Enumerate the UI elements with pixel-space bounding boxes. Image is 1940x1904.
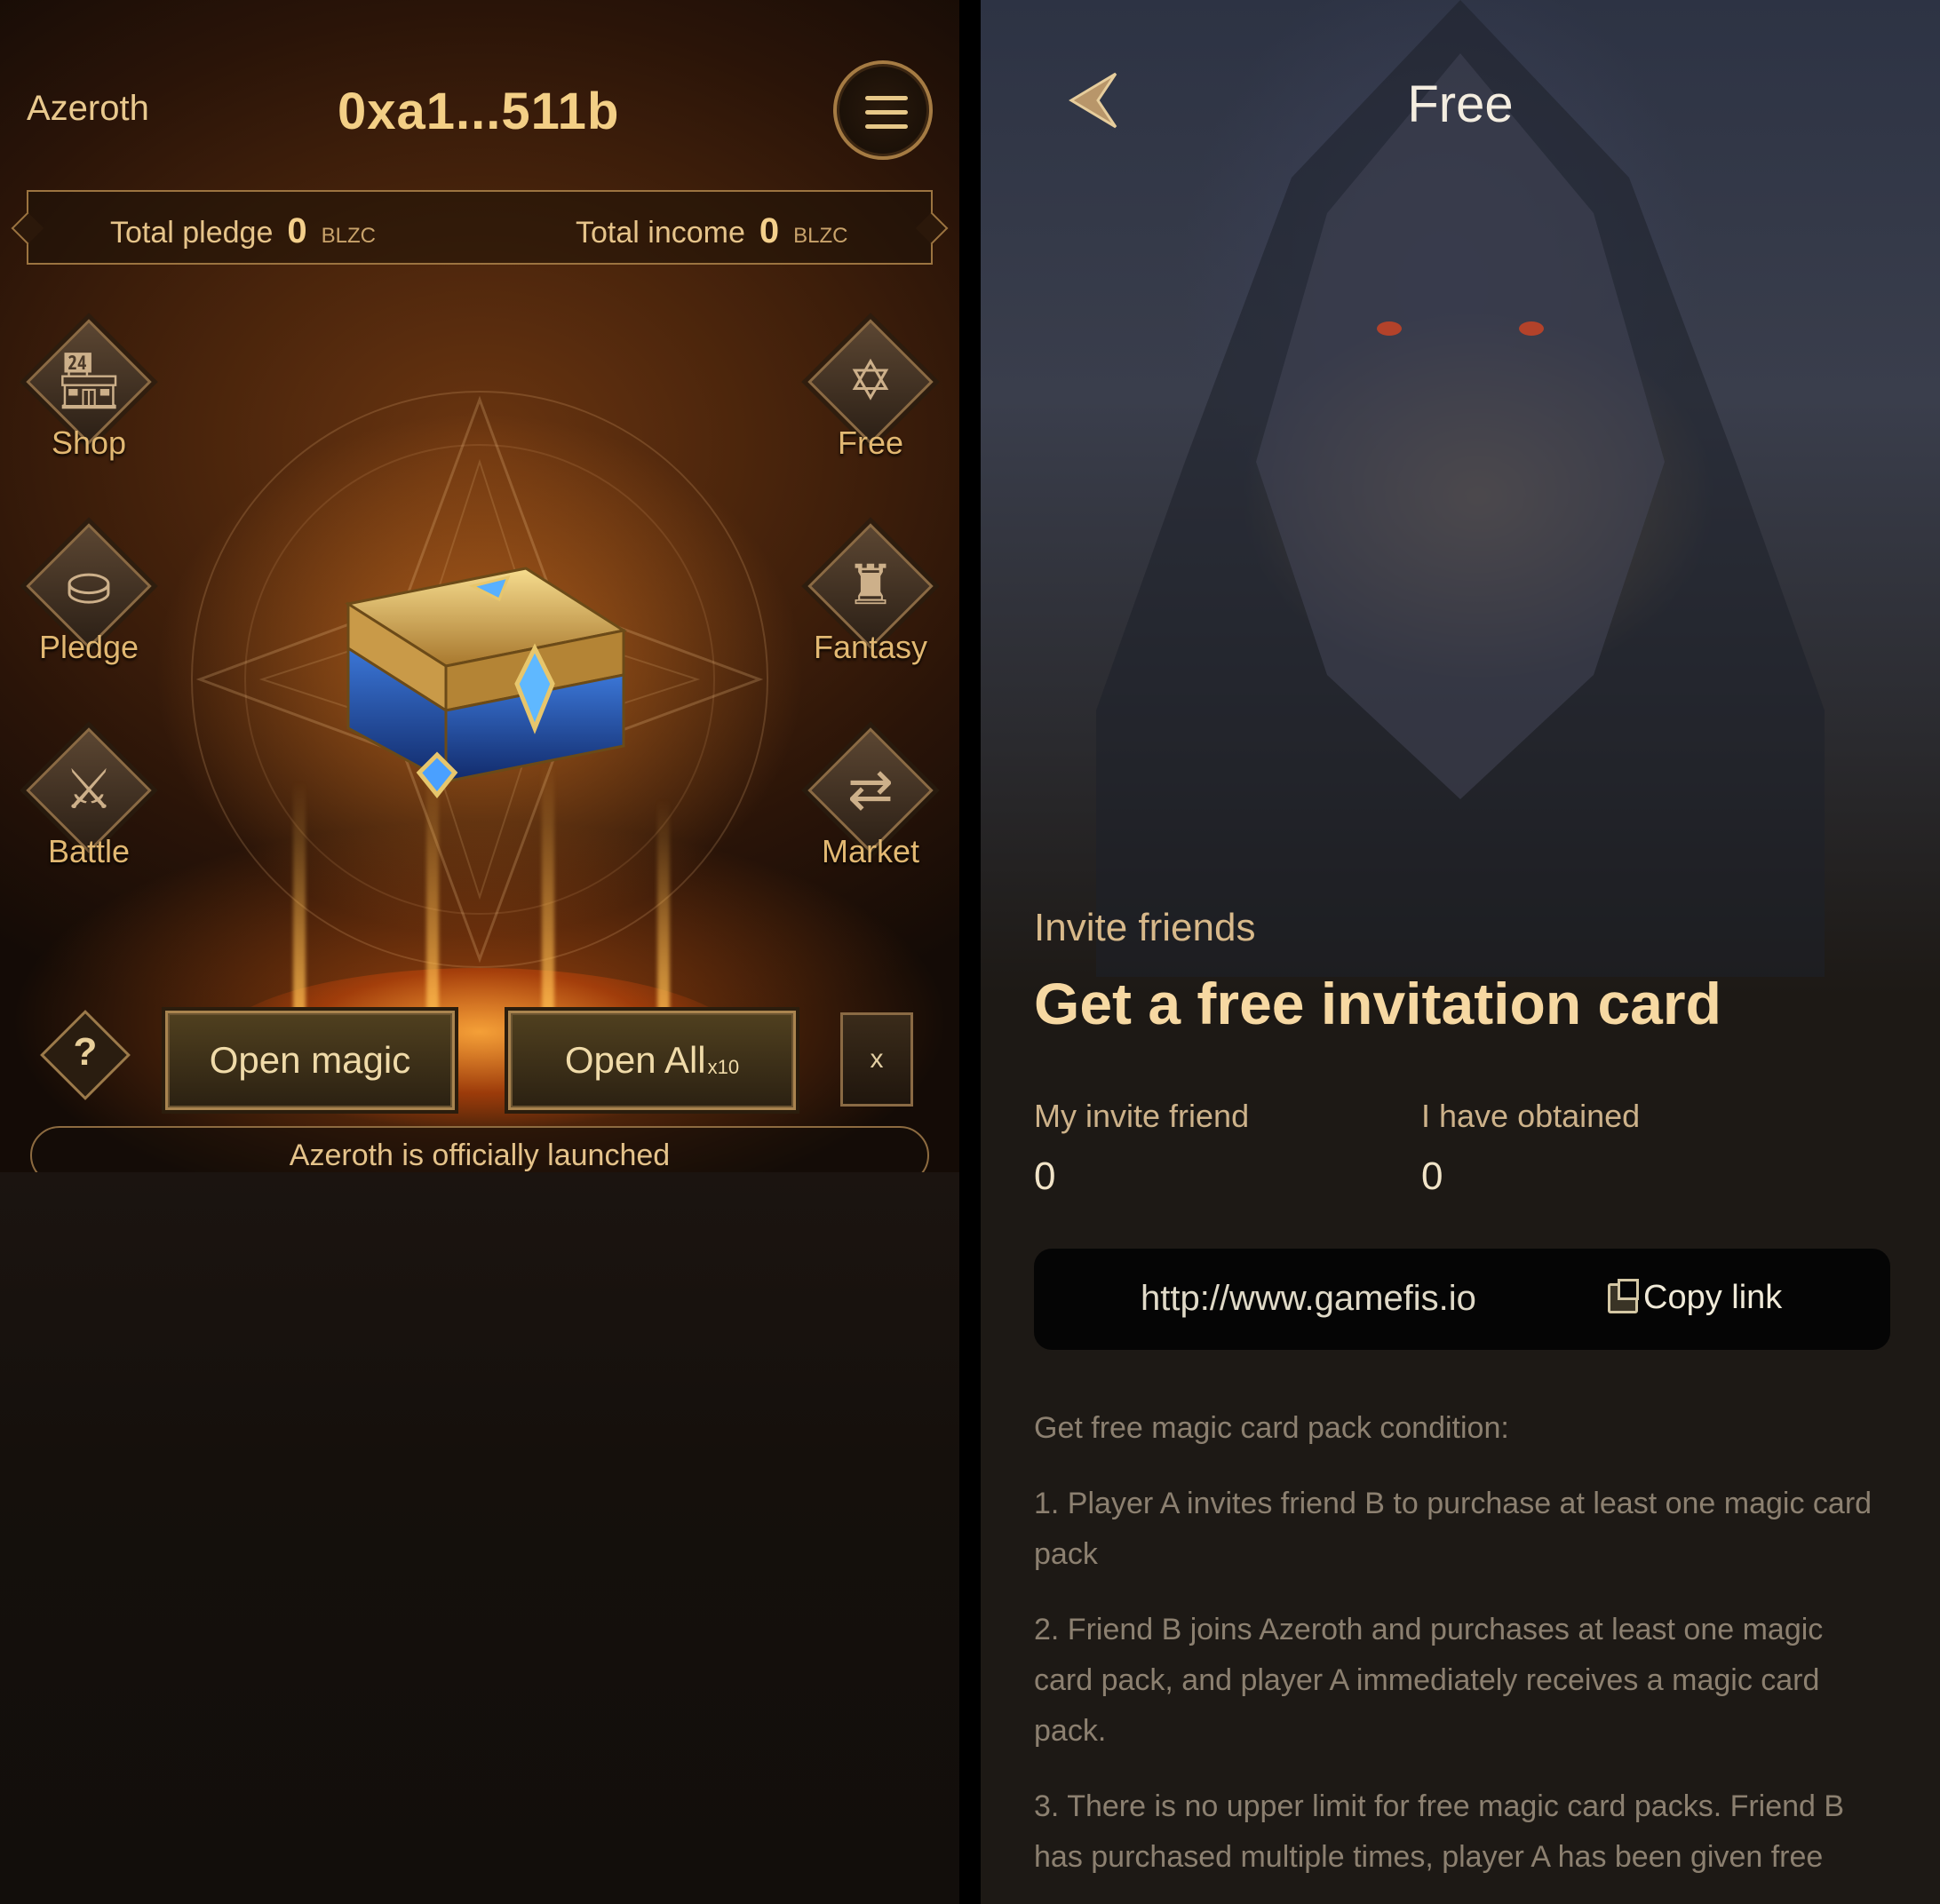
card-slot [817,1595,938,1627]
mana-cost: 4 [16,1231,82,1297]
menu-button[interactable] [833,60,933,160]
mana-cost: 4 [373,1231,439,1297]
nav-battle[interactable]: ⚔ Battle [26,727,152,879]
card-name: Hellscream [447,1460,591,1489]
copy-link-button[interactable]: Copy link [1608,1278,1783,1317]
card-pack-close-button[interactable]: x [840,1012,919,1113]
card-star-icon: ✡ [847,351,894,412]
copy-icon [1608,1278,1639,1313]
nav-battle-label: Battle [47,833,131,869]
obtained-value: 0 [1421,1154,1443,1198]
hamburger-icon-line [865,124,908,129]
total-pledge: Total pledge 0 BLZC [110,211,376,251]
total-pledge-value: 0 [287,211,307,250]
invite-heading: Get a free invitation card [1034,971,1721,1036]
copy-link-label: Copy link [1643,1279,1783,1316]
question-icon: ? [73,1030,98,1074]
close-label: x [870,1044,884,1074]
rule-item: 2. Friend B joins Azeroth and purchases … [1034,1613,1824,1748]
rule-item: 3. There is no upper limit for free magi… [1034,1789,1845,1874]
section-title-golden-nft: Golden NFT [354,1721,606,1776]
swords-icon: ⚔ [64,759,114,821]
nav-pledge[interactable]: ⛀ Pledge [26,523,152,675]
card-art [741,1263,959,1529]
card-body [384,1529,654,1634]
card-body [27,1529,297,1634]
exchange-cards-icon: ⇄ [847,759,894,821]
open-magic-label: Open magic [209,1039,411,1081]
total-income-label: Total income [576,216,745,250]
wallet-address[interactable]: 0xa1...511b [338,82,619,141]
divider-line [293,1748,355,1749]
card-description: Give your beasts +8+ [795,1532,957,1551]
nav-shop-label: Shop [51,424,127,461]
total-pledge-label: Total pledge [110,216,274,250]
invite-link-url[interactable]: http://www.gamefis.io [1141,1279,1476,1319]
page-title: Free [1407,75,1514,133]
card-attack: 10 [18,1618,80,1654]
total-income-value: 0 [759,211,780,250]
mana-cost: 4 [730,1231,796,1297]
card-description: Give you other terran +4+4. [58,1532,266,1551]
card-race: Terran [135,1492,188,1512]
hero-portrait [417,1277,615,1529]
nft-card[interactable]: 4 Goldrinn,the Great Beast Give your bea… [727,1227,959,1662]
rule-item: 1. Player A invites friend B to purchase… [1034,1487,1872,1571]
total-pledge-unit: BLZC [321,224,376,248]
realm-name: Azeroth [27,89,149,128]
mountain-face-art [1096,0,1825,977]
hamburger-icon [865,96,908,100]
open-all-label: Open All [564,1039,706,1081]
card-body [741,1529,959,1634]
shop-icon: 🏪︎ [53,351,124,412]
screen-divider [959,0,981,1904]
invite-subtitle: Invite friends [1034,906,1256,949]
nav-free-label: Free [837,424,904,461]
main-screen: Azeroth 0xa1...511b Total pledge 0 BLZC … [0,0,959,1904]
total-income-unit: BLZC [793,224,848,248]
open-all-multiplier: x10 [707,1056,740,1078]
nav-market-label: Market [821,833,920,869]
nav-free[interactable]: ✡ Free [807,319,934,471]
total-income: Total income 0 BLZC [576,211,847,251]
announcement-banner: Azeroth is officially launched [30,1126,929,1185]
nft-card[interactable]: 4 Hellscream Orc Summon three 4-4 orcs t… [370,1227,668,1662]
rules-title: Get free magic card pack condition: [1034,1411,1509,1445]
nft-card[interactable]: 4 King Bagur Terran Give you other terra… [12,1227,311,1662]
magic-chest-icon[interactable] [330,551,632,817]
free-screen: Free Invite friends Get a free invitatio… [981,0,1940,1904]
nav-fantasy-label: Fantasy [813,629,928,665]
obtained-label: I have obtained [1421,1098,1641,1134]
card-attack: 10 [375,1618,437,1654]
card-description: Summon three 4-4 orcs to join the battle… [405,1532,632,1575]
nav-shop[interactable]: 🏪︎ Shop [26,319,152,471]
card-health: 10 [243,1618,306,1654]
card-name: Goldrinn,the Great [758,1460,959,1489]
card-race: Orc [504,1492,534,1512]
card-name: King Bagur [90,1460,234,1489]
hero-portrait [89,1307,231,1529]
nav-pledge-label: Pledge [38,629,139,665]
card-attack: 6 [732,1618,794,1654]
hamburger-icon-line [865,110,908,115]
my-invite-value: 0 [1034,1154,1056,1198]
divider-line [606,1748,668,1749]
tower-icon: ♜ [846,555,895,616]
nav-fantasy[interactable]: ♜ Fantasy [807,523,934,675]
card-health: 10 [600,1618,663,1654]
fire-pillar [293,781,306,1048]
my-invite-label: My invite friend [1034,1098,1250,1134]
open-all-button[interactable]: Open All x10 [508,1011,796,1110]
card-race: Beast [852,1492,900,1512]
nav-market[interactable]: ⇄ Market [807,727,934,879]
card-art [27,1263,297,1529]
hero-portrait [773,1294,945,1495]
rules-section: Get free magic card pack condition: 1. P… [1034,1403,1887,1904]
open-magic-button[interactable]: Open magic [165,1011,455,1110]
coins-icon: ⛀ [66,555,112,616]
card-art [384,1263,654,1529]
card-slot [103,1595,224,1627]
card-slot [460,1595,581,1627]
pledge-income-bar: Total pledge 0 BLZC Total income 0 BLZC [27,190,933,265]
